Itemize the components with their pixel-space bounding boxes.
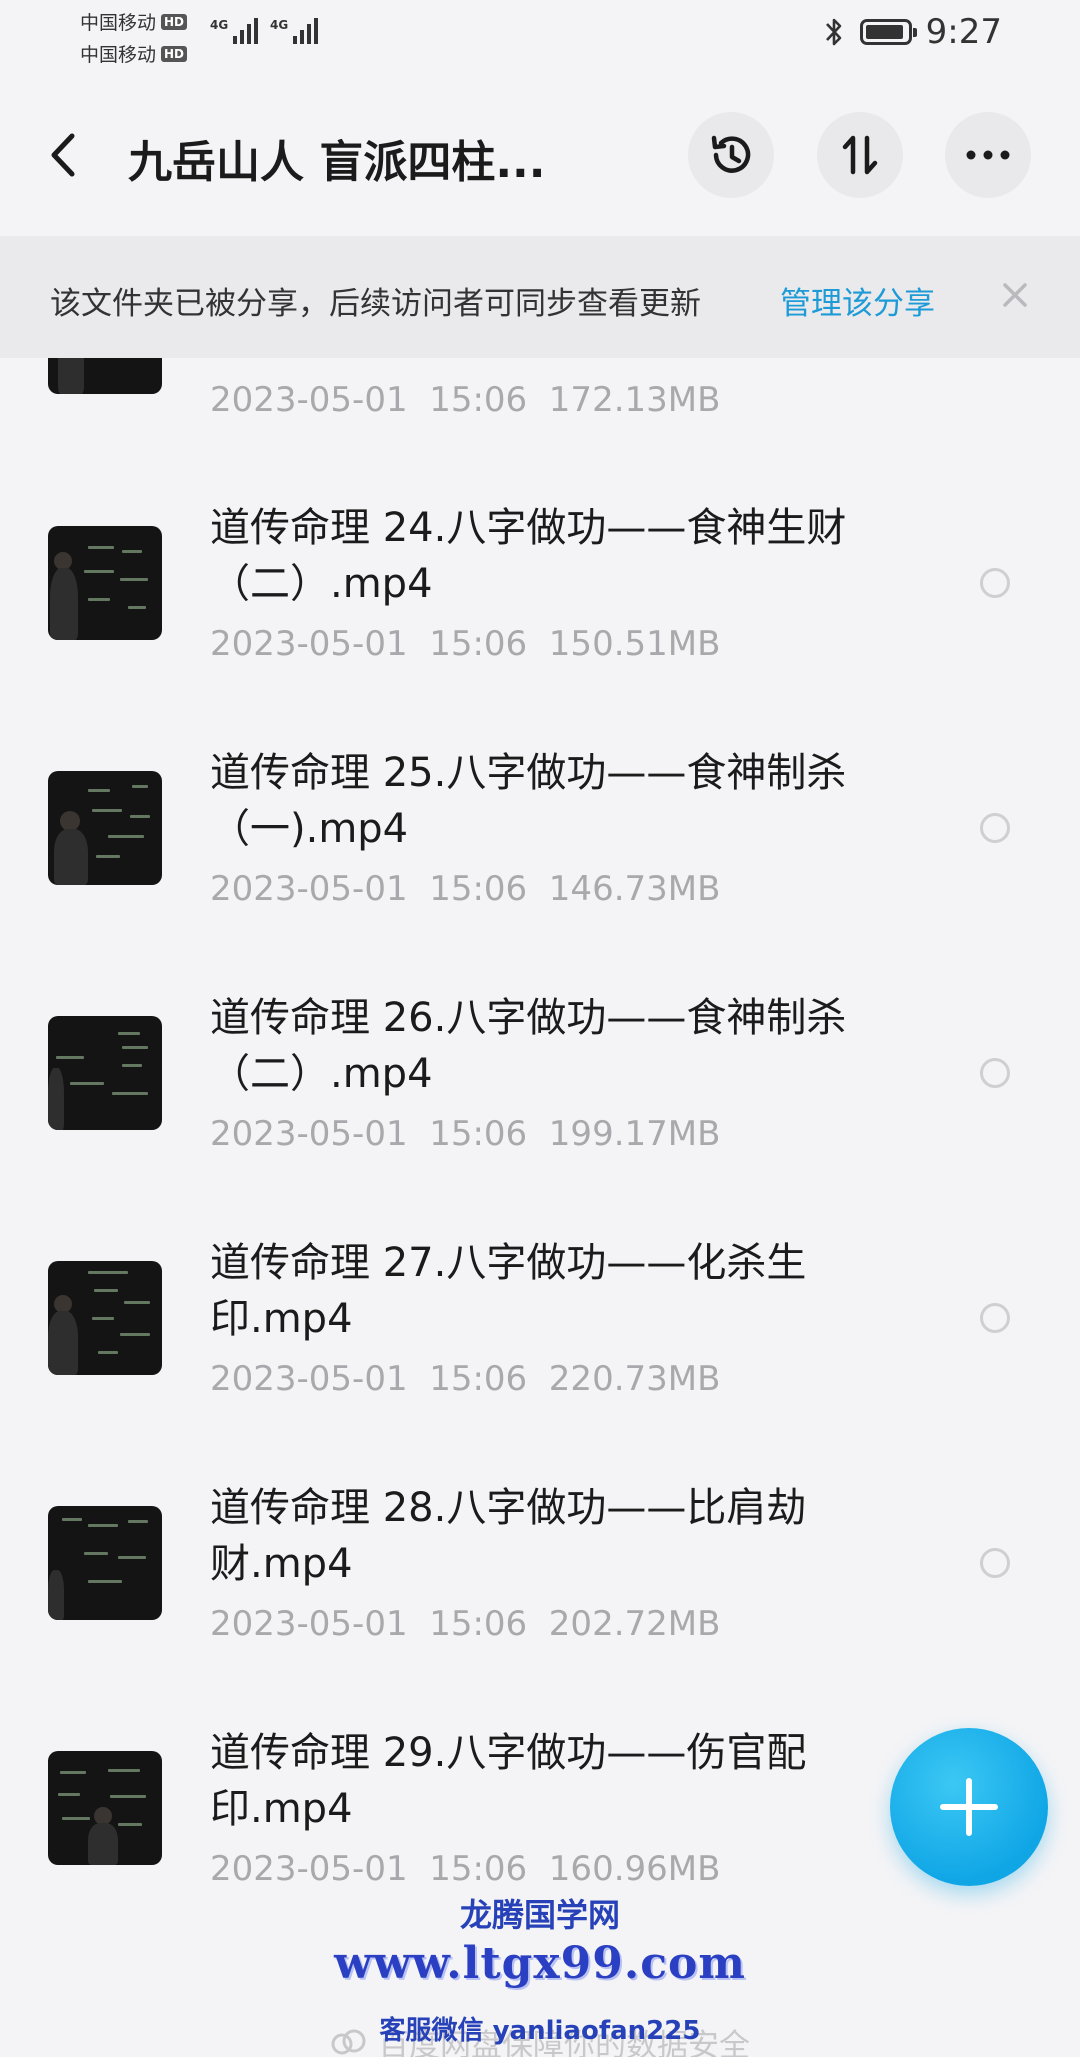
file-meta: 2023-05-01 15:06 150.51MB [210,624,721,664]
add-button[interactable] [890,1728,1048,1886]
file-meta: 2023-05-01 15:06 202.72MB [210,1604,721,1644]
close-banner-button[interactable] [996,274,1034,316]
close-icon [1003,283,1027,307]
select-checkbox[interactable] [980,568,1010,598]
share-banner: 该文件夹已被分享，后续访问者可同步查看更新 管理该分享 [0,236,1080,358]
file-meta: 2023-05-01 15:06 146.73MB [210,869,721,909]
file-name: 道传命理 27.八字做功——化杀生印.mp4 [210,1240,807,1342]
file-meta: 2023-05-01 15:06 160.96MB [210,1849,721,1889]
plus-icon [940,1778,998,1836]
select-checkbox[interactable] [980,813,1010,843]
file-name: 道传命理 26.八字做功——食神制杀（二）.mp4 [210,995,847,1097]
watermark-site-name: 龙腾国学网 [459,1896,620,1934]
select-checkbox[interactable] [980,1548,1010,1578]
share-banner-text: 该文件夹已被分享，后续访问者可同步查看更新 [50,286,701,322]
video-thumbnail [48,771,162,885]
list-item[interactable]: 道传命理 27.八字做功——化杀生印.mp4 2023-05-01 15:06 … [0,1225,1080,1470]
file-meta: 2023-05-01 15:06 199.17MB [210,1114,721,1154]
app-root: 中国移动 HD 中国移动 HD 4G 4G 9:27 九岳山人 盲派四柱... … [0,0,1080,2057]
video-thumbnail [48,1751,162,1865]
file-name: 道传命理 29.八字做功——伤官配印.mp4 [210,1730,807,1832]
list-item[interactable]: 道传命理 24.八字做功——食神生财（二）.mp4 2023-05-01 15:… [0,490,1080,735]
file-name: 道传命理 28.八字做功——比肩劫财.mp4 [210,1485,807,1587]
list-item[interactable]: 道传命理 25.八字做功——食神制杀（一).mp4 2023-05-01 15:… [0,735,1080,980]
watermark-contact: 客服微信 yanliaofan225 [379,2016,701,2046]
video-thumbnail [48,526,162,640]
select-checkbox[interactable] [980,1303,1010,1333]
watermark-url: www.ltgx99.com [334,1938,746,1989]
file-meta: 2023-05-01 15:06 220.73MB [210,1359,721,1399]
video-thumbnail [48,1261,162,1375]
list-item[interactable]: 道传命理 28.八字做功——比肩劫财.mp4 2023-05-01 15:06 … [0,1470,1080,1715]
video-thumbnail [48,1016,162,1130]
select-checkbox[interactable] [980,1058,1010,1088]
manage-share-link[interactable]: 管理该分享 [780,278,935,323]
file-name: 道传命理 24.八字做功——食神生财（二）.mp4 [210,505,847,607]
list-item[interactable]: 道传命理 26.八字做功——食神制杀（二）.mp4 2023-05-01 15:… [0,980,1080,1225]
file-meta: 2023-05-01 15:06 172.13MB [210,380,721,420]
file-name: 道传命理 25.八字做功——食神制杀（一).mp4 [210,750,847,852]
video-thumbnail [48,1506,162,1620]
